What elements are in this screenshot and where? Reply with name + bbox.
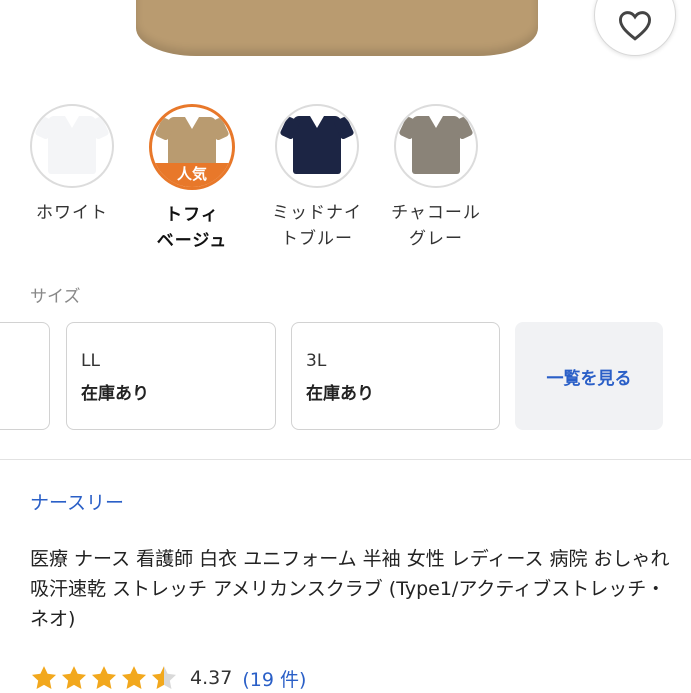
- view-all-sizes-button[interactable]: 一覧を見る: [515, 322, 663, 430]
- product-title: 医療 ナース 看護師 白衣 ユニフォーム 半袖 女性 レディース 病院 おしゃれ…: [30, 548, 670, 630]
- favorite-button[interactable]: [594, 0, 676, 56]
- color-label: チャコール グレー: [391, 203, 481, 249]
- garment-image: [136, 0, 538, 56]
- size-name: LL: [81, 351, 100, 371]
- divider: [0, 459, 691, 460]
- star-icon: [31, 666, 57, 689]
- color-option-white[interactable]: ホワイト: [12, 104, 132, 226]
- color-label: ホワイト: [36, 203, 108, 223]
- star-icon: [91, 666, 117, 689]
- color-label: ミッドナイ トブルー: [272, 203, 362, 249]
- size-option-partial[interactable]: [0, 322, 50, 430]
- size-heading: サイズ: [30, 287, 81, 307]
- star-half-icon: [151, 666, 177, 689]
- star-icon: [121, 666, 147, 689]
- brand-link[interactable]: ナースリー: [30, 488, 124, 515]
- heart-icon: [618, 11, 652, 41]
- color-thumbnail: [275, 104, 359, 188]
- product-image[interactable]: [0, 0, 691, 100]
- color-selector: ホワイト 人気 トフィ ベージュ ミッドナイ トブルー チャコール グレー: [0, 104, 691, 254]
- stock-status: 在庫あり: [81, 384, 149, 404]
- color-option-toffee-beige[interactable]: 人気 トフィ ベージュ: [132, 104, 252, 254]
- popular-badge: 人気: [152, 163, 232, 187]
- color-label: トフィ ベージュ: [156, 205, 228, 251]
- rating-row[interactable]: 4.37 (19 件): [30, 663, 306, 693]
- color-option-charcoal-gray[interactable]: チャコール グレー: [376, 104, 496, 252]
- stock-status: 在庫あり: [306, 384, 374, 404]
- rating-value: 4.37: [190, 667, 233, 689]
- color-thumbnail: 人気: [149, 104, 235, 190]
- color-thumbnail: [394, 104, 478, 188]
- shirt-image: [48, 116, 96, 174]
- size-name: 3L: [306, 351, 327, 371]
- shirt-image: [293, 116, 341, 174]
- review-count-link[interactable]: (19 件): [242, 665, 306, 692]
- size-option-ll[interactable]: LL 在庫あり: [66, 322, 276, 430]
- color-option-midnight-blue[interactable]: ミッドナイ トブルー: [257, 104, 377, 252]
- star-icon: [61, 666, 87, 689]
- size-option-3l[interactable]: 3L 在庫あり: [291, 322, 500, 430]
- shirt-image: [412, 116, 460, 174]
- star-rating: [30, 664, 178, 692]
- color-thumbnail: [30, 104, 114, 188]
